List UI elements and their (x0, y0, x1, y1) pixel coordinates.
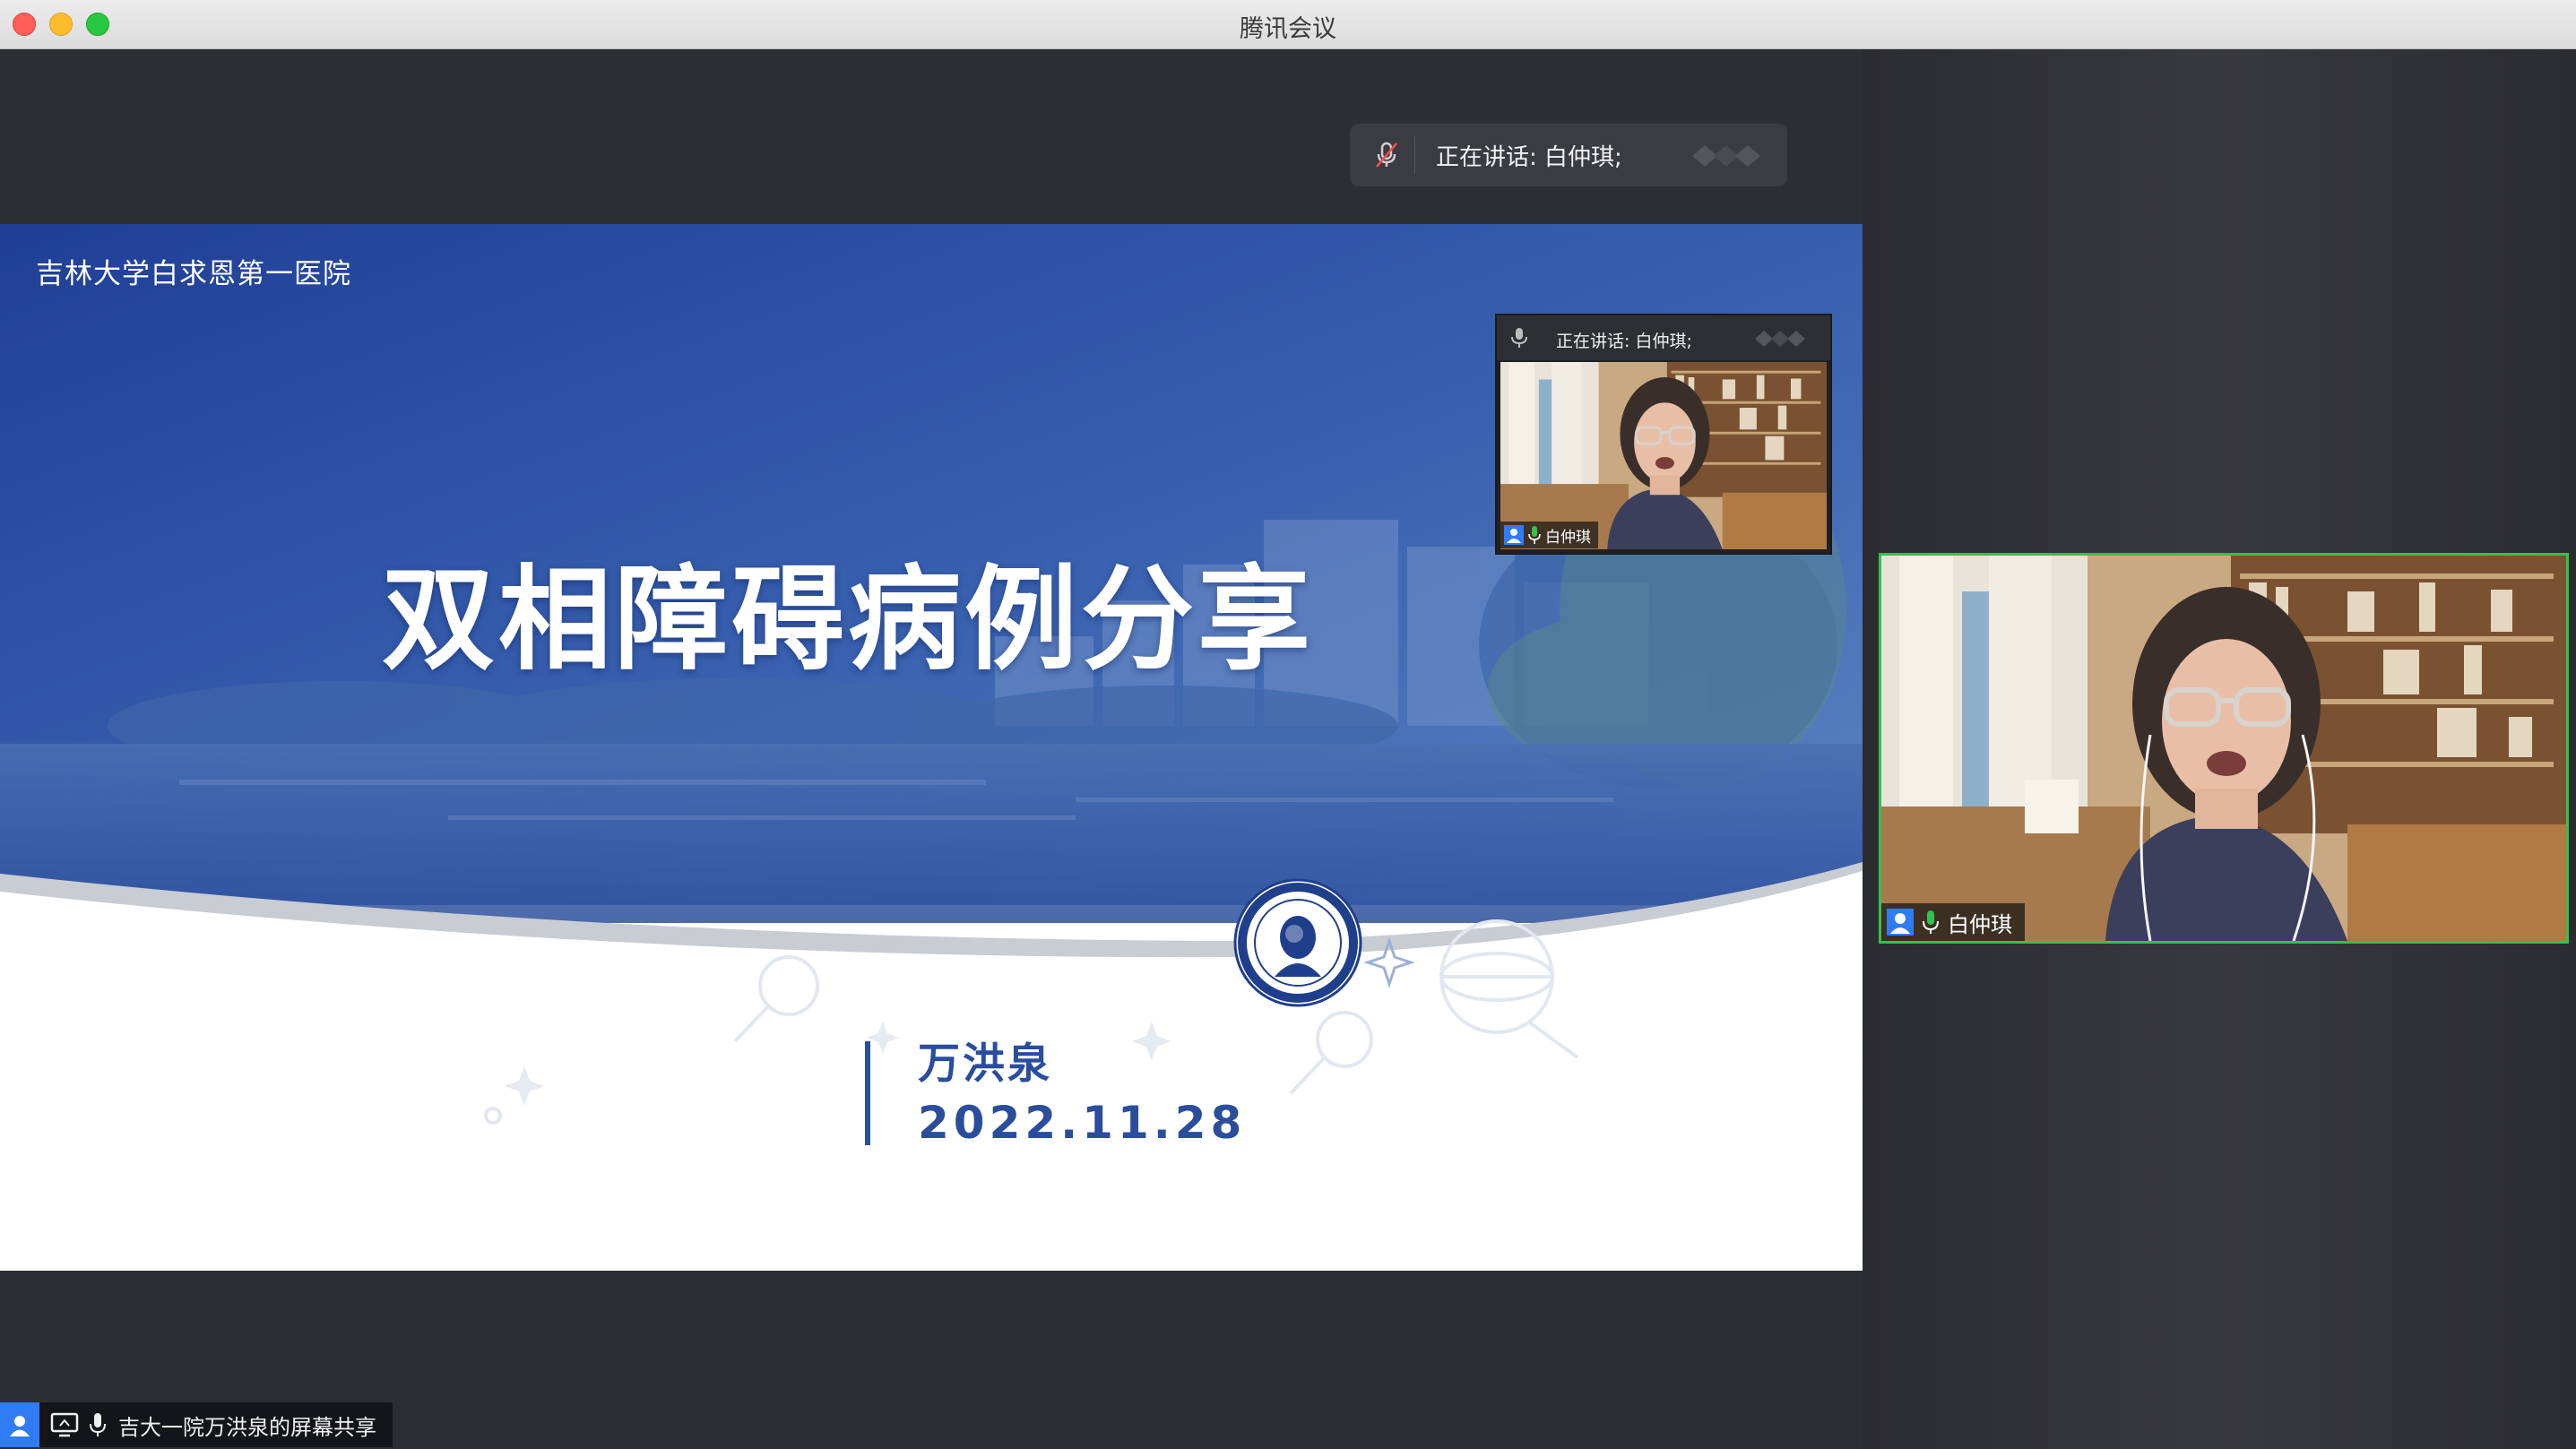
floating-participant-name: 白仲琪 (1545, 528, 1591, 547)
mic-icon (1511, 328, 1527, 348)
screen-share-icon (50, 1412, 79, 1437)
divider (1414, 136, 1415, 174)
floating-participant-tag: 白仲琪 (1500, 522, 1598, 548)
active-speaker-video-feed (1881, 556, 2566, 941)
active-speaker-name: 白仲琪 (1948, 911, 2012, 937)
floating-video-header[interactable]: 正在讲话: 白仲琪; (1497, 315, 1830, 360)
screen-share-text: 吉大一院万洪泉的屏幕共享 (118, 1414, 376, 1440)
speaking-text: 正在讲话: 白仲琪; (1436, 144, 1622, 171)
active-speaker-tag: 白仲琪 (1881, 903, 2025, 941)
user-avatar-icon (1504, 525, 1524, 545)
presenter-accent-bar (865, 1041, 870, 1145)
presenter-name: 万洪泉 (918, 1039, 1052, 1089)
active-speaker-video[interactable]: 白仲琪 (1879, 553, 2569, 944)
hospital-emblem-icon (1233, 878, 1362, 1007)
mic-icon (90, 1413, 106, 1436)
speaking-indicator: 正在讲话: 白仲琪; (1350, 124, 1787, 186)
tencent-meeting-logo-icon (1755, 331, 1805, 347)
mic-active-icon (1528, 526, 1541, 544)
slide-title: 双相障碍病例分享 (382, 554, 1314, 686)
title-bar: 腾讯会议 (0, 0, 2576, 49)
user-avatar-icon (0, 1402, 39, 1447)
presentation-date: 2022.11.28 (918, 1097, 1247, 1149)
screen-share-label: 吉大一院万洪泉的屏幕共享 (0, 1402, 393, 1447)
floating-video-window[interactable]: 正在讲话: 白仲琪; 白仲琪 (1495, 314, 1832, 555)
user-avatar-icon (1887, 909, 1914, 936)
tencent-meeting-logo-icon (1692, 145, 1760, 167)
floating-speaking-text: 正在讲话: 白仲琪; (1556, 332, 1692, 351)
window-title: 腾讯会议 (1240, 15, 1336, 43)
mic-muted-icon (1376, 142, 1397, 168)
hospital-name: 吉林大学白求恩第一医院 (36, 258, 351, 290)
mic-active-icon (1923, 910, 1939, 934)
